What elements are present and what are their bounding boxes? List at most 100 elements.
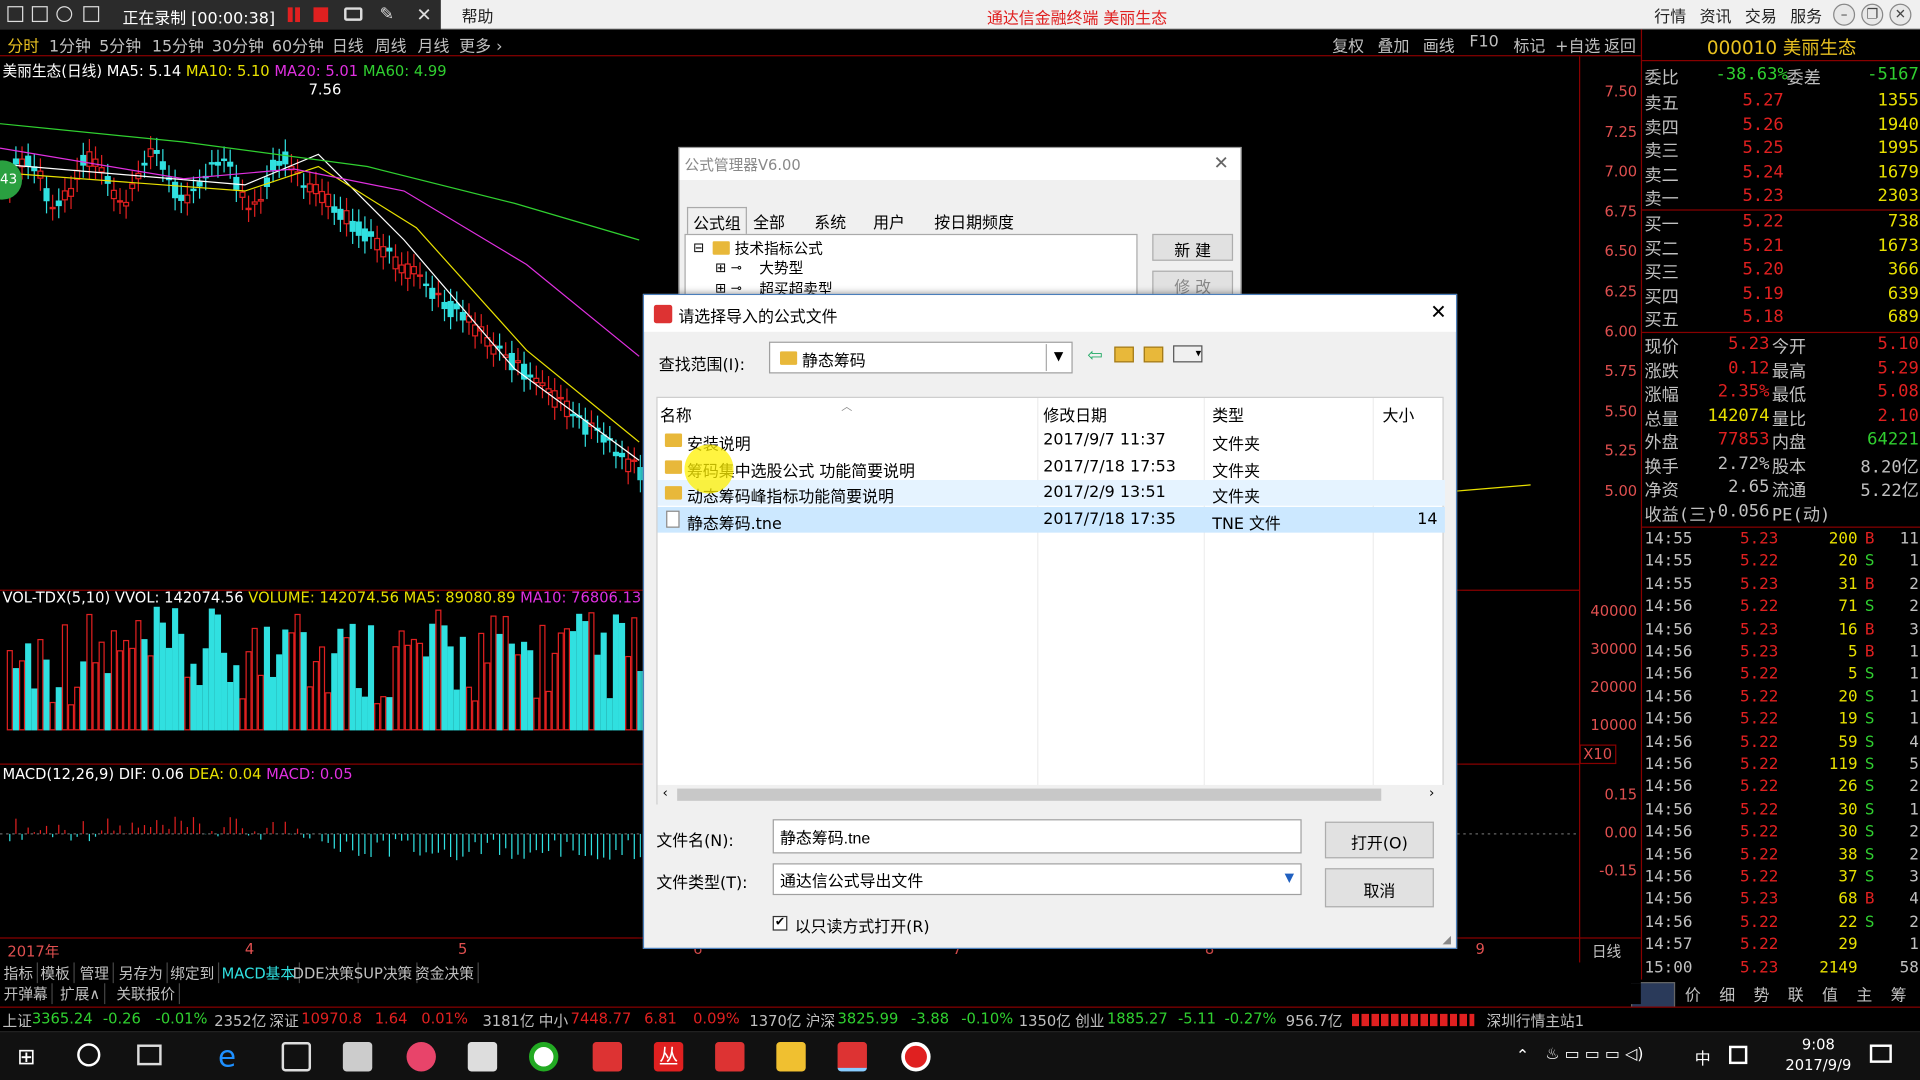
indicator-tab[interactable]: 模板 xyxy=(37,962,75,984)
period-tab-weekly[interactable]: 周线 xyxy=(375,33,407,56)
recorder-icon[interactable] xyxy=(901,1042,931,1072)
fm-tab[interactable]: 公式组 xyxy=(686,206,747,237)
fm-tab[interactable]: 按日期频度 xyxy=(929,207,1018,235)
scroll-thumb[interactable] xyxy=(677,788,1382,801)
windows-start-icon[interactable]: ⊞ xyxy=(17,1044,35,1070)
tdx-active-icon[interactable] xyxy=(837,1042,867,1072)
period-tab-daily[interactable]: 日线 xyxy=(332,33,364,56)
menu-trade[interactable]: 交易 xyxy=(1739,2,1783,27)
tool-add-watch[interactable]: +自选 xyxy=(1555,33,1600,56)
lookin-select[interactable]: 静态筹码 ▼ xyxy=(768,341,1073,374)
quote-tab[interactable]: 联 xyxy=(1788,982,1804,1005)
period-tab-intraday[interactable]: 分时 xyxy=(7,33,39,56)
bid-row[interactable]: 买一 5.22 738 xyxy=(1642,211,1920,235)
file-row[interactable]: 静态筹码.tne 2017/7/18 17:35 TNE 文件 14 xyxy=(657,506,1445,533)
quote-tab[interactable]: 值 xyxy=(1822,982,1838,1005)
search-icon[interactable] xyxy=(56,6,73,23)
indicator-tab[interactable]: 资金决策 xyxy=(411,962,479,984)
cancel-button[interactable]: 取消 xyxy=(1324,868,1434,908)
bid-row[interactable]: 买三 5.20 366 xyxy=(1642,258,1920,283)
indicator-tab[interactable]: SUP决策 xyxy=(350,962,418,984)
period-tab-60min[interactable]: 60分钟 xyxy=(272,33,324,56)
tool-back[interactable]: 返回 xyxy=(1604,33,1636,56)
pen-icon[interactable]: ✎ xyxy=(380,5,394,25)
file-list[interactable]: 名称 ︿ 修改日期 类型 大小 安装说明 2017/9/7 11:37 文件夹 筹码集… xyxy=(656,396,1445,805)
menu-info[interactable]: 资讯 xyxy=(1693,2,1737,27)
indicator-tab[interactable]: 管理 xyxy=(76,962,114,984)
tree-root[interactable]: 技术指标公式 xyxy=(735,238,823,259)
tool-f10[interactable]: F10 xyxy=(1469,33,1498,51)
fm-tab[interactable]: 全部 xyxy=(748,207,790,235)
region-icon[interactable] xyxy=(83,6,100,23)
fm-tab[interactable]: 系统 xyxy=(809,207,851,235)
tool-adjust[interactable]: 复权 xyxy=(1332,33,1364,56)
period-tab-30min[interactable]: 30分钟 xyxy=(212,33,264,56)
bid-row[interactable]: 买二 5.21 1673 xyxy=(1642,234,1920,259)
camera-app-icon[interactable] xyxy=(406,1042,436,1072)
horizontal-scrollbar[interactable]: ‹ › xyxy=(657,784,1445,805)
tool-overlay[interactable]: 叠加 xyxy=(1378,33,1410,56)
col-size[interactable]: 大小 xyxy=(1382,403,1414,426)
ime-indicator[interactable]: 中 xyxy=(1695,1046,1711,1069)
edge-icon[interactable]: e xyxy=(218,1042,247,1071)
quote-tab[interactable]: 细 xyxy=(1719,982,1735,1005)
filename-input[interactable] xyxy=(772,819,1302,854)
filetype-select[interactable]: 通达信公式导出文件 ▼ xyxy=(772,863,1302,896)
tree-expand-icon[interactable]: ⊞ ⊸ xyxy=(715,260,742,276)
axis-mode[interactable]: 日线 xyxy=(1592,940,1621,961)
readonly-label[interactable]: 以只读方式打开(R) xyxy=(795,913,930,936)
ask-row[interactable]: 卖四 5.26 1940 xyxy=(1642,113,1920,137)
menu-help[interactable]: 帮助 xyxy=(456,2,500,27)
new-folder-icon[interactable] xyxy=(1143,346,1164,363)
indicator-tab[interactable]: 指标 xyxy=(0,962,38,984)
file-explorer-icon[interactable] xyxy=(776,1042,806,1072)
tool-draw[interactable]: 画线 xyxy=(1423,33,1455,56)
back-icon[interactable]: ⇦ xyxy=(1087,344,1102,366)
tray-chevron-icon[interactable]: ⌃ xyxy=(1516,1047,1529,1065)
menu-service[interactable]: 服务 xyxy=(1784,2,1828,27)
tray-icons[interactable]: ♨ ▭ ▭ ▭ ◁) xyxy=(1545,1046,1643,1064)
indicator-tab[interactable]: DDE决策 xyxy=(289,962,359,984)
col-type[interactable]: 类型 xyxy=(1212,403,1244,426)
close-icon[interactable]: ✕ xyxy=(1889,3,1912,26)
period-tab-5min[interactable]: 5分钟 xyxy=(99,33,141,56)
resize-grip-icon[interactable]: ◢ xyxy=(1442,934,1450,946)
quote-tab[interactable]: 势 xyxy=(1753,982,1769,1005)
ime-mode-icon[interactable] xyxy=(1728,1045,1748,1065)
chevron-down-icon[interactable]: ▼ xyxy=(1280,866,1300,893)
tdx-app-icon-2[interactable] xyxy=(715,1042,745,1072)
stock-app-icon[interactable] xyxy=(528,1042,559,1072)
indicator-tab[interactable]: 另存为 xyxy=(115,962,168,984)
col-date[interactable]: 修改日期 xyxy=(1043,403,1107,426)
search-taskbar-icon[interactable] xyxy=(77,1043,101,1067)
readonly-checkbox[interactable]: ✔ xyxy=(772,915,788,931)
stop-icon[interactable] xyxy=(313,7,329,23)
bid-row[interactable]: 买四 5.19 639 xyxy=(1642,282,1920,306)
sub-tab[interactable]: 开弹幕 xyxy=(0,983,53,1005)
restore-icon[interactable] xyxy=(7,6,24,23)
scroll-right-icon[interactable]: › xyxy=(1429,785,1434,801)
quote-tab[interactable]: 主 xyxy=(1856,982,1872,1005)
ask-row[interactable]: 卖三 5.25 1995 xyxy=(1642,137,1920,161)
view-menu-icon[interactable]: ▾ xyxy=(1173,345,1203,363)
calculator-icon[interactable] xyxy=(467,1042,498,1072)
scroll-left-icon[interactable]: ‹ xyxy=(662,785,667,801)
period-tab-1min[interactable]: 1分钟 xyxy=(49,33,91,56)
period-tab-15min[interactable]: 15分钟 xyxy=(152,33,204,56)
screenshot-icon[interactable] xyxy=(281,1042,312,1072)
task-view-icon[interactable] xyxy=(137,1044,162,1066)
ask-row[interactable]: 卖二 5.24 1679 xyxy=(1642,161,1920,185)
bid-row[interactable]: 买五 5.18 689 xyxy=(1642,306,1920,330)
fm-tab[interactable]: 用户 xyxy=(868,207,910,235)
quote-tab[interactable]: 筹 xyxy=(1891,982,1907,1005)
chevron-down-icon[interactable]: ▼ xyxy=(1045,344,1070,372)
od-close-icon[interactable]: ✕ xyxy=(1430,300,1446,323)
open-button[interactable]: 打开(O) xyxy=(1324,821,1434,859)
tdx-app-icon[interactable] xyxy=(592,1042,623,1072)
quote-tab[interactable]: 价 xyxy=(1685,982,1701,1005)
clock-date[interactable]: 2017/9/9 xyxy=(1773,1057,1864,1074)
ask-row[interactable]: 卖一 5.23 2303 xyxy=(1642,185,1920,209)
fm-tree[interactable]: ⊟ 技术指标公式 ⊞ ⊸ 大势型 ⊞ ⊸ 超买超卖型 xyxy=(684,233,1138,302)
maximize-icon[interactable]: ❐ xyxy=(1861,3,1884,26)
minimize-icon[interactable]: – xyxy=(1833,3,1856,26)
